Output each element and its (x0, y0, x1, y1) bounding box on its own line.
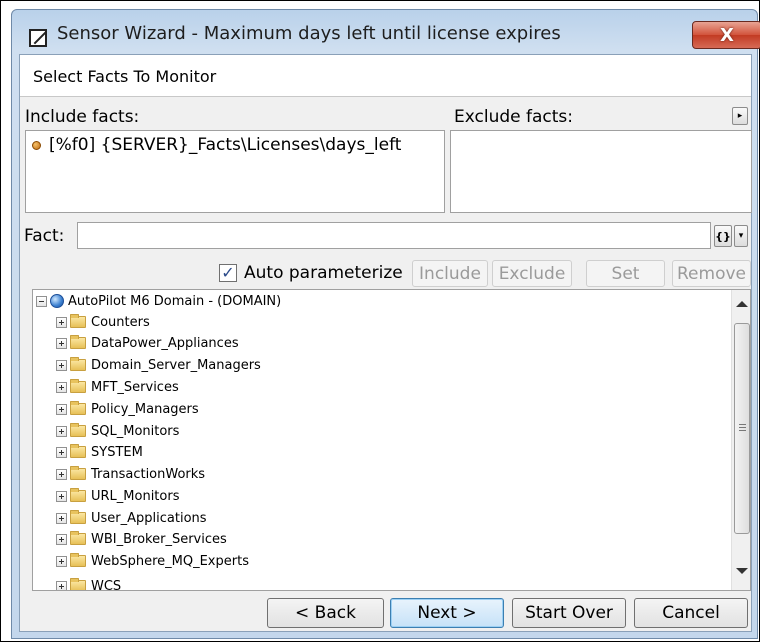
close-icon: X (720, 24, 734, 46)
tree-item[interactable]: SQL_Monitors (56, 422, 179, 440)
folder-icon (70, 357, 86, 371)
tree-item[interactable]: Domain_Server_Managers (56, 356, 261, 374)
expand-icon[interactable] (56, 580, 67, 590)
folder-icon (70, 444, 86, 458)
tree-item[interactable]: WBI_Broker_Services (56, 530, 227, 548)
folder-icon (70, 578, 86, 590)
step-header: Select Facts To Monitor (20, 55, 751, 97)
auto-parameterize-label[interactable]: Auto parameterize (244, 263, 403, 283)
tree-item[interactable]: WebSphere_MQ_Experts (56, 552, 249, 570)
set-button[interactable]: Set (586, 260, 665, 287)
tree-item[interactable]: DataPower_Appliances (56, 334, 239, 352)
tree-root[interactable]: AutoPilot M6 Domain - (DOMAIN) (36, 292, 281, 310)
expand-icon[interactable] (56, 403, 67, 415)
folder-icon (70, 379, 86, 393)
tree-item[interactable]: SYSTEM (56, 443, 143, 461)
fact-dropdown-button[interactable]: ▾ (734, 225, 748, 247)
cancel-button[interactable]: Cancel (634, 598, 748, 628)
include-button[interactable]: Include (412, 260, 488, 287)
fact-bullet-icon (32, 140, 41, 150)
expand-icon[interactable] (56, 490, 67, 502)
chevron-down-icon: ▾ (738, 231, 744, 241)
globe-icon (50, 294, 64, 308)
scrollbar-thumb[interactable] (734, 323, 750, 534)
tree-item-label: Policy_Managers (91, 401, 199, 417)
folder-icon (70, 510, 86, 524)
tree-item[interactable]: WCS (56, 577, 122, 591)
folder-icon (70, 553, 86, 567)
tree-item-label: SQL_Monitors (91, 423, 180, 439)
expand-icon[interactable] (56, 512, 67, 524)
exclude-button[interactable]: Exclude (492, 260, 572, 287)
include-facts-label: Include facts: (25, 107, 140, 127)
folder-icon (70, 335, 86, 349)
tree-item[interactable]: Counters (56, 313, 150, 331)
checkmark-icon: ✓ (221, 263, 235, 282)
include-fact-text: [%f0] {SERVER}_Facts\Licenses\days_left (49, 135, 402, 155)
tree-item-label: TransactionWorks (91, 466, 206, 482)
folder-icon (70, 531, 86, 545)
tree-item-label: DataPower_Appliances (91, 335, 239, 351)
tree-item[interactable]: TransactionWorks (56, 465, 205, 483)
fact-input[interactable] (77, 222, 711, 249)
next-button[interactable]: Next > (390, 598, 504, 628)
tree-item[interactable]: User_Applications (56, 509, 207, 527)
auto-parameterize-checkbox[interactable]: ✓ (219, 264, 237, 282)
tree-item-label: Domain_Server_Managers (91, 357, 261, 373)
expand-icon[interactable] (56, 316, 67, 328)
grip-line (739, 430, 746, 431)
tree-item-label: WebSphere_MQ_Experts (91, 553, 249, 569)
tree-item-label: Counters (91, 314, 150, 330)
tree-root-label: AutoPilot M6 Domain - (DOMAIN) (68, 293, 282, 309)
back-button[interactable]: < Back (267, 598, 384, 628)
tree-vertical-scrollbar[interactable] (731, 290, 750, 590)
grip-line (739, 427, 746, 428)
expand-icon[interactable] (56, 381, 67, 393)
expand-icon[interactable] (56, 425, 67, 437)
step-heading: Select Facts To Monitor (33, 67, 217, 86)
fact-label: Fact: (24, 226, 65, 246)
tree-item-label: WCS (91, 578, 122, 591)
exclude-facts-list[interactable] (450, 130, 752, 213)
expand-icon[interactable] (56, 359, 67, 371)
expand-icon[interactable] (56, 533, 67, 545)
fact-tree[interactable]: AutoPilot M6 Domain - (DOMAIN) Counters … (32, 289, 751, 591)
tree-item-label: URL_Monitors (91, 488, 180, 504)
scroll-up-icon[interactable] (736, 301, 748, 307)
folder-icon (70, 423, 86, 437)
braces-icon: {} (715, 229, 731, 243)
scroll-down-icon[interactable] (736, 568, 748, 574)
title-bar[interactable]: Sensor Wizard - Maximum days left until … (13, 11, 760, 53)
grip-line (739, 424, 746, 425)
tree-item-label: SYSTEM (91, 444, 143, 460)
window-title: Sensor Wizard - Maximum days left until … (57, 23, 561, 44)
folder-icon (70, 401, 86, 415)
folder-icon (70, 466, 86, 480)
folder-icon (70, 488, 86, 502)
tree-item[interactable]: MFT_Services (56, 378, 179, 396)
exclude-menu-button[interactable]: ▸ (732, 107, 748, 125)
wizard-icon (29, 29, 47, 47)
parameter-button[interactable]: {} (714, 225, 732, 247)
tree-item-label: WBI_Broker_Services (91, 531, 227, 547)
expand-icon[interactable] (56, 555, 67, 567)
wizard-window: Sensor Wizard - Maximum days left until … (0, 0, 760, 642)
tree-item-label: MFT_Services (91, 379, 179, 395)
remove-button[interactable]: Remove (672, 260, 751, 287)
expand-icon[interactable] (56, 337, 67, 349)
close-button[interactable]: X (692, 21, 760, 49)
list-item[interactable]: [%f0] {SERVER}_Facts\Licenses\days_left (32, 135, 401, 155)
tree-item-label: User_Applications (91, 510, 207, 526)
tree-item[interactable]: Policy_Managers (56, 400, 199, 418)
tree-item[interactable]: URL_Monitors (56, 487, 179, 505)
chevron-right-icon: ▸ (737, 111, 743, 121)
expand-icon[interactable] (56, 446, 67, 458)
start-over-button[interactable]: Start Over (512, 598, 626, 628)
folder-icon (70, 314, 86, 328)
collapse-icon[interactable] (36, 295, 47, 307)
wizard-client-area: Select Facts To Monitor Include facts: E… (19, 54, 752, 632)
exclude-facts-label: Exclude facts: (454, 107, 573, 127)
expand-icon[interactable] (56, 468, 67, 480)
include-facts-list[interactable]: [%f0] {SERVER}_Facts\Licenses\days_left (25, 130, 445, 213)
